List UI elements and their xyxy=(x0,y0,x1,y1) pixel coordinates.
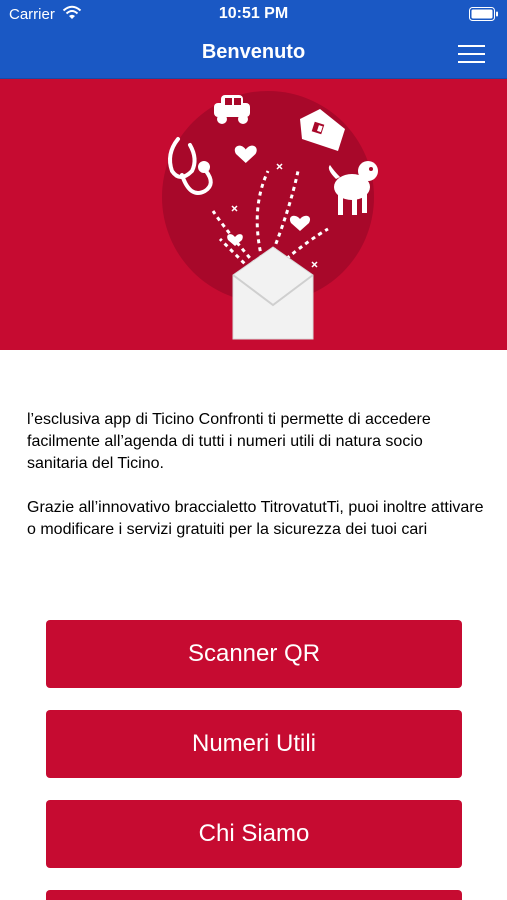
intro-paragraph-2: Grazie all’innovativo braccialetto Titro… xyxy=(27,499,484,538)
chi-siamo-button[interactable]: Chi Siamo xyxy=(46,800,462,868)
scanner-qr-button[interactable]: Scanner QR xyxy=(46,620,462,688)
status-bar: Carrier 10:51 PM xyxy=(0,0,507,30)
battery-icon xyxy=(469,7,498,21)
numeri-utili-button[interactable]: Numeri Utili xyxy=(46,710,462,778)
nav-bar: Benvenuto xyxy=(0,30,507,79)
hero-illustration xyxy=(162,91,378,340)
intro-paragraph-1: l’esclusiva app di Ticino Confronti ti p… xyxy=(27,411,431,472)
partially-visible-button[interactable] xyxy=(46,890,462,900)
intro-text: l’esclusiva app di Ticino Confronti ti p… xyxy=(27,409,487,563)
hamburger-menu-icon[interactable] xyxy=(458,43,488,65)
page-title: Benvenuto xyxy=(201,41,306,63)
clock: 10:51 PM xyxy=(218,5,289,22)
hero-banner xyxy=(0,79,507,350)
